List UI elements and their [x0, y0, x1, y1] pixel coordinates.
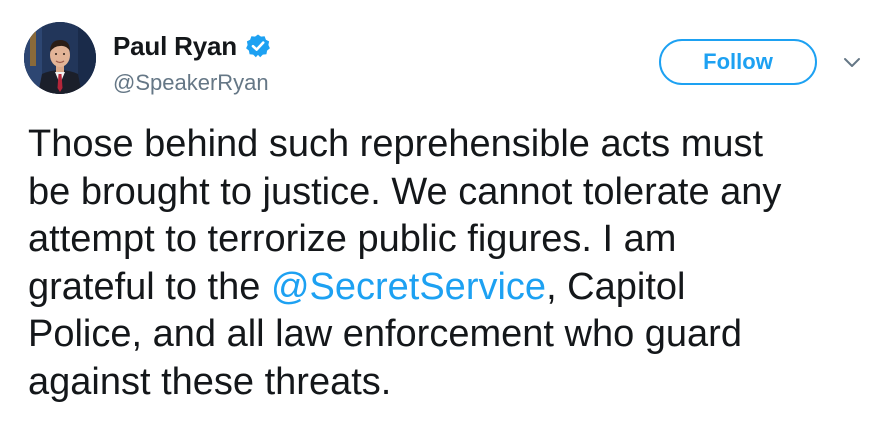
tweet-line: Those behind such reprehensible acts mus… — [28, 121, 878, 169]
display-name[interactable]: Paul Ryan — [113, 31, 237, 62]
tweet-line: be brought to justice. We cannot tolerat… — [28, 169, 878, 217]
avatar-image — [24, 22, 96, 94]
tweet-text: Those behind such reprehensible acts mus… — [28, 121, 878, 406]
verified-badge-icon — [245, 33, 271, 59]
avatar[interactable] — [24, 22, 96, 94]
follow-button[interactable]: Follow — [659, 39, 817, 85]
user-handle[interactable]: @SpeakerRyan — [113, 70, 269, 96]
chevron-down-icon[interactable] — [842, 55, 862, 71]
tweet-card: Paul Ryan @SpeakerRyan Follow Those behi… — [0, 0, 892, 434]
tweet-line: grateful to the @SecretService, Capitol — [28, 264, 878, 312]
tweet-text-segment: against these threats. — [28, 360, 392, 403]
tweet-text-segment: , Capitol — [546, 265, 686, 308]
tweet-text-segment: be brought to justice. We cannot tolerat… — [28, 170, 782, 213]
tweet-line: against these threats. — [28, 359, 878, 407]
mention-link-secretservice[interactable]: @SecretService — [271, 266, 546, 308]
tweet-text-segment: attempt to terrorize public figures. I a… — [28, 218, 677, 260]
tweet-text-segment: grateful to the — [28, 265, 271, 308]
display-name-row[interactable]: Paul Ryan — [113, 30, 271, 62]
tweet-text-segment: Those behind such reprehensible acts mus… — [28, 123, 764, 165]
tweet-line: attempt to terrorize public figures. I a… — [28, 216, 878, 264]
tweet-line: Police, and all law enforcement who guar… — [28, 311, 878, 359]
tweet-text-segment: Police, and all law enforcement who guar… — [28, 313, 742, 355]
